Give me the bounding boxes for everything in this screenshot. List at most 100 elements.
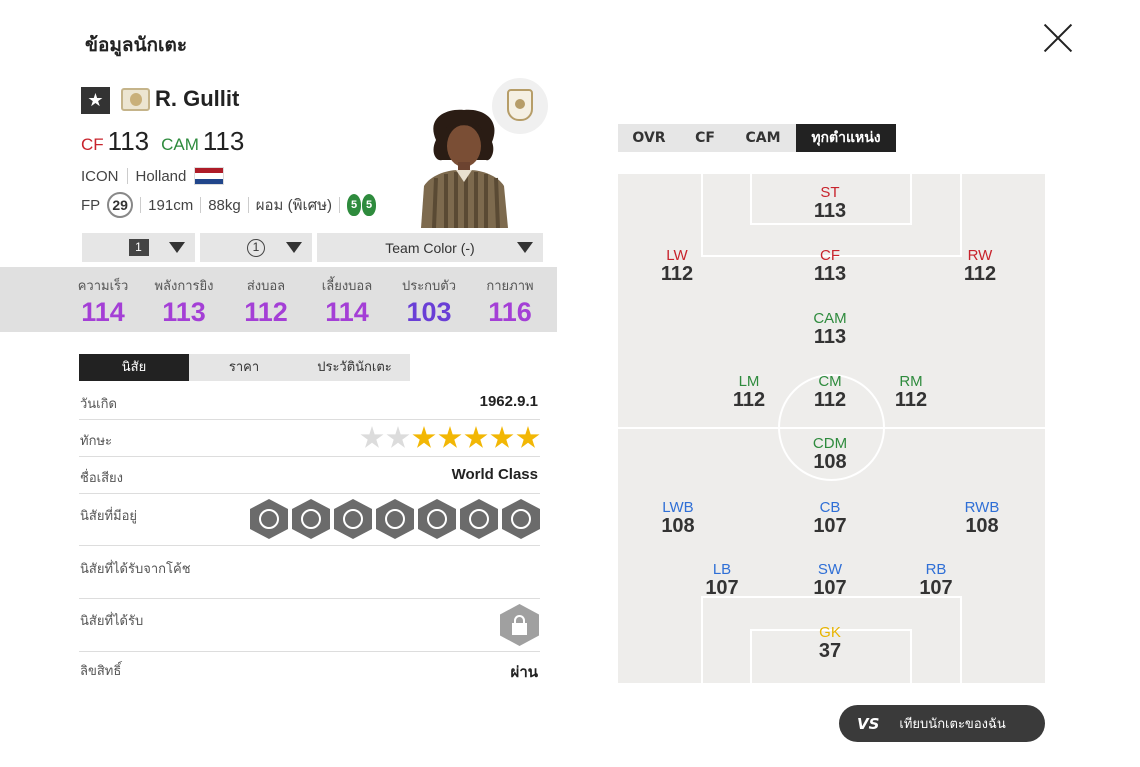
cross-icon[interactable]: [460, 499, 498, 539]
traits-list: [250, 499, 542, 541]
position-code-2: CAM: [161, 135, 199, 154]
season-label: ICON: [81, 167, 119, 185]
pos-value: 112: [894, 389, 928, 411]
pos-code: LW: [666, 247, 688, 264]
pos-code: SW: [817, 561, 843, 578]
pos-code: RWB: [964, 499, 1000, 516]
pos-lm[interactable]: LM 112: [714, 373, 784, 412]
fp-label: FP: [81, 196, 101, 214]
tab-cam[interactable]: CAM: [730, 124, 796, 152]
stat-label: เลี้ยงบอล: [321, 279, 373, 294]
tab-ovr[interactable]: OVR: [618, 124, 680, 152]
stat-passing: ส่งบอล 112: [225, 275, 307, 328]
header-icon[interactable]: [250, 499, 288, 539]
pos-lb[interactable]: LB 107: [687, 561, 757, 600]
pos-lw[interactable]: LW 112: [642, 247, 712, 286]
compare-label: เทียบนักเตะของฉัน: [899, 717, 1006, 732]
pos-rwb[interactable]: RWB 108: [947, 499, 1017, 538]
divider: [339, 197, 341, 213]
player-meta-season: ICON Holland: [81, 167, 225, 185]
pos-code: CAM: [813, 310, 847, 327]
close-icon[interactable]: [1042, 22, 1074, 54]
stat-dribbling: เลี้ยงบอล 114: [306, 275, 388, 328]
tab-cf[interactable]: CF: [680, 124, 730, 152]
info-tabs: นิสัย ราคา ประวัตินักเตะ: [79, 354, 410, 381]
enhance-selector[interactable]: 1: [200, 233, 312, 262]
team-color-selector[interactable]: Team Color (-): [317, 233, 543, 262]
pos-rm[interactable]: RM 112: [876, 373, 946, 412]
stat-value: 114: [325, 297, 369, 327]
pos-code: CDM: [812, 435, 848, 452]
trait-glyph: [259, 509, 279, 529]
stat-label: พลังการยิง: [154, 279, 214, 294]
pos-code: RW: [967, 247, 993, 264]
pos-gk[interactable]: GK 37: [795, 624, 865, 663]
chevron-down-icon: [286, 242, 302, 253]
position-pitch: ST 113 LW 112 CF 113 RW 112 CAM 113 LM 1…: [618, 174, 1045, 683]
pos-value: 108: [661, 515, 695, 537]
received-traits-row: นิสัยที่ได้รับ: [79, 599, 540, 652]
position-tabs: OVR CF CAM ทุกตำแหน่ง: [618, 124, 896, 152]
birth-row: วันเกิด 1962.9.1: [79, 384, 540, 420]
tab-price[interactable]: ราคา: [189, 354, 299, 381]
stat-label: กายภาพ: [486, 279, 534, 294]
pos-cb[interactable]: CB 107: [795, 499, 865, 538]
coach-traits-row: นิสัยที่ได้รับจากโค้ช: [79, 546, 540, 599]
tab-traits[interactable]: นิสัย: [79, 354, 189, 381]
pos-rw[interactable]: RW 112: [945, 247, 1015, 286]
page-title: ข้อมูลนักเตะ: [85, 34, 188, 56]
divider: [126, 168, 128, 184]
team-color-value: Team Color (-): [385, 239, 475, 256]
pos-code: CF: [820, 247, 840, 264]
stat-label: ส่งบอล: [246, 279, 286, 294]
compare-button[interactable]: VS เทียบนักเตะของฉัน: [839, 705, 1045, 742]
pos-code: GK: [819, 624, 841, 641]
stat-shooting: พลังการยิง 113: [143, 275, 225, 328]
pos-value: 112: [963, 263, 997, 285]
level-selector[interactable]: 1: [82, 233, 195, 262]
vs-icon: VS: [857, 714, 880, 733]
position-code-1: CF: [81, 135, 104, 154]
power-icon[interactable]: [418, 499, 456, 539]
pos-cf[interactable]: CF 113: [795, 247, 865, 286]
skill-star-icon: [386, 426, 410, 448]
stat-physical: กายภาพ 116: [469, 275, 551, 328]
stats-band: ความเร็ว 114 พลังการยิง 113 ส่งบอล 112 เ…: [0, 267, 557, 332]
pos-value: 107: [813, 515, 847, 537]
skill-star-icon: [490, 426, 514, 448]
pos-rb[interactable]: RB 107: [901, 561, 971, 600]
pos-sw[interactable]: SW 107: [795, 561, 865, 600]
position-value-1: 113: [107, 126, 150, 156]
pos-value: 112: [660, 263, 694, 285]
pos-cdm[interactable]: CDM 108: [795, 435, 865, 474]
tab-all-positions[interactable]: ทุกตำแหน่ง: [796, 124, 896, 152]
license-row: ลิขสิทธิ์ ผ่าน: [79, 652, 540, 686]
skill-row: ทักษะ: [79, 420, 540, 457]
pos-lwb[interactable]: LWB 108: [643, 499, 713, 538]
stat-label: ประกบตัว: [401, 279, 457, 294]
position-value-2: 113: [202, 126, 245, 156]
right-foot-icon: 5: [362, 194, 377, 216]
lock-body: [512, 623, 527, 635]
netherlands-flag-icon: [194, 167, 225, 185]
tackle-icon[interactable]: [334, 499, 372, 539]
pos-cm[interactable]: CM 112: [795, 373, 865, 412]
fp-value: 29: [107, 192, 134, 218]
pos-value: 107: [919, 577, 953, 599]
pos-cam[interactable]: CAM 113: [795, 310, 865, 349]
tab-history[interactable]: ประวัตินักเตะ: [299, 354, 410, 381]
traits-label: นิสัยที่มีอยู่: [80, 509, 138, 524]
long-shot-icon[interactable]: [292, 499, 330, 539]
pos-value: 108: [813, 451, 847, 473]
pos-code: LB: [712, 561, 732, 578]
pos-st[interactable]: ST 113: [795, 184, 865, 223]
playmaker-icon[interactable]: [502, 499, 540, 539]
stat-value: 116: [488, 297, 532, 327]
skill-star-icon: [464, 426, 488, 448]
skill-star-icon: [360, 426, 384, 448]
skill-label: ทักษะ: [80, 434, 112, 449]
flag-stripe: [195, 178, 224, 184]
dribble-icon[interactable]: [376, 499, 414, 539]
season-icon: [121, 88, 150, 111]
skill-stars: [358, 426, 540, 454]
